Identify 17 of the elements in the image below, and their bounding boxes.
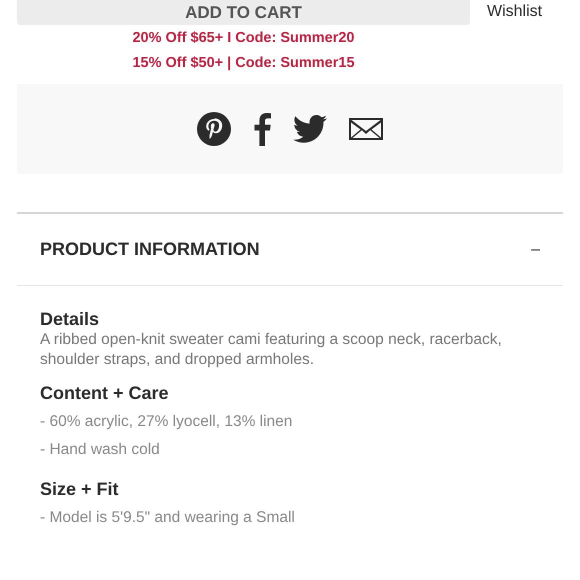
add-to-cart-button[interactable]: ADD TO CART — [17, 0, 470, 25]
list-item: - Model is 5'9.5" and wearing a Small — [40, 508, 296, 528]
promo-text: 15% Off $50+ | Code: Summer15 — [132, 54, 355, 73]
description-text: A ribbed open-knit sweater cami featuring a scoop neck, racerback, shoulder straps, and dropped armholes. — [40, 330, 503, 370]
facebook-icon[interactable] — [253, 112, 271, 146]
promo-text: 20% Off $65+ I Code: Summer20 — [132, 29, 355, 48]
pinterest-icon[interactable] — [197, 112, 231, 146]
section-title: PRODUCT INFORMATION — [40, 239, 260, 260]
envelope-icon[interactable] — [349, 118, 383, 140]
list-item: - Hand wash cold — [40, 440, 161, 460]
collapse-toggle[interactable]: – — [531, 240, 540, 258]
section-heading: Size + Fit — [40, 478, 120, 500]
list-item: - 60% acrylic, 27% lyocell, 13% linen — [40, 412, 294, 432]
bird-icon[interactable] — [293, 115, 327, 143]
wishlist-link[interactable]: Wishlist — [487, 0, 542, 24]
section-heading: Content + Care — [40, 382, 170, 404]
section-heading: Details — [40, 308, 100, 330]
